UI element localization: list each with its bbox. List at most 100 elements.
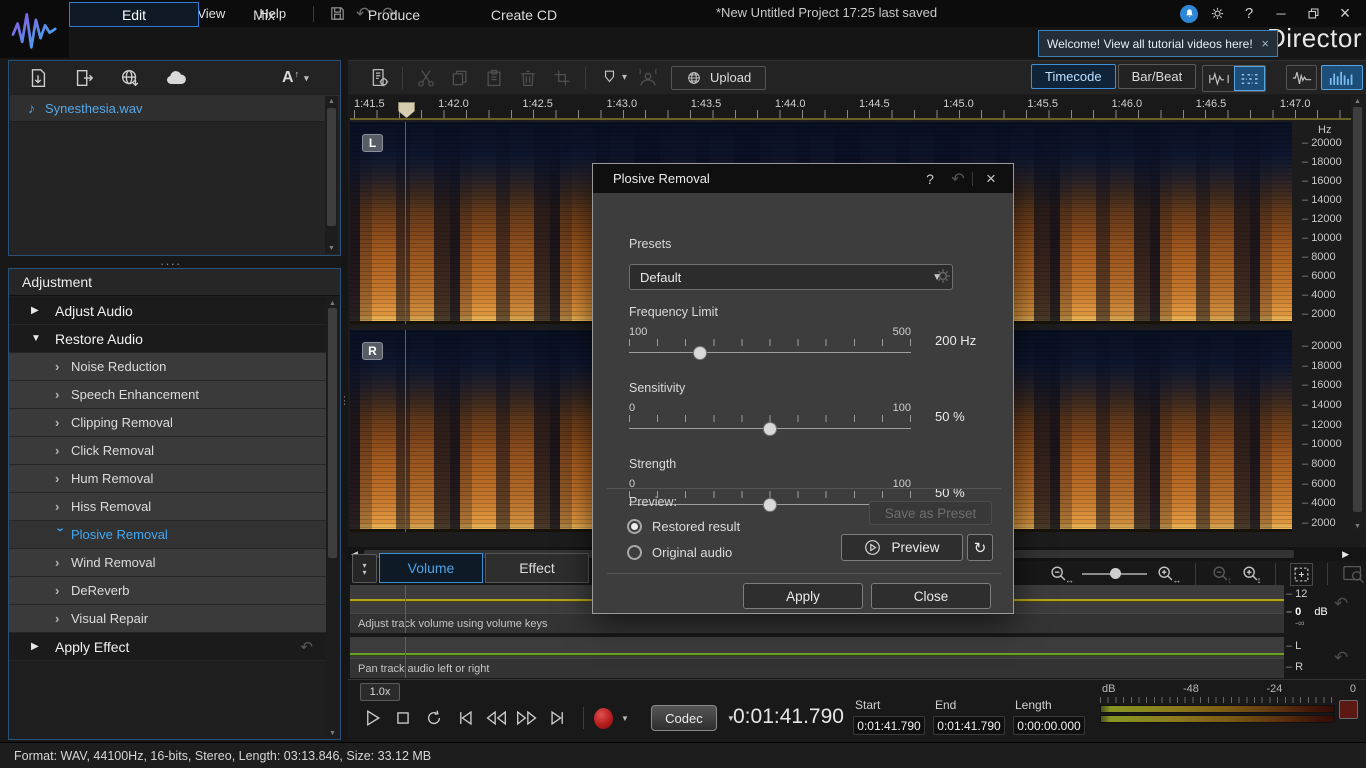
preview-zoom-icon[interactable] (1342, 563, 1366, 585)
zoom-in-horizontal-icon[interactable]: ↔ (1155, 563, 1181, 585)
adjustment-item[interactable]: Noise Reduction ↶ (9, 353, 327, 381)
mode-tab[interactable]: Produce (329, 2, 459, 27)
record-options-caret-icon[interactable]: ▼ (621, 714, 629, 723)
adjustment-item[interactable]: Adjust Audio ↶ (9, 297, 327, 325)
play-button[interactable] (356, 704, 387, 732)
slider-track[interactable] (629, 422, 911, 436)
restore-button[interactable] (1300, 4, 1326, 24)
crop-trim-icon[interactable] (545, 65, 579, 91)
scroll-down-icon[interactable]: ▼ (329, 729, 336, 738)
mode-tab[interactable]: Mix (199, 2, 329, 27)
close-button[interactable]: × (1332, 4, 1358, 24)
adjustment-item[interactable]: Hiss Removal ↶ (9, 493, 327, 521)
time-field-value[interactable]: 0:01:41.790 (933, 716, 1005, 735)
dialog-titlebar[interactable]: Plosive Removal ? ↶ × (593, 164, 1013, 193)
dialog-help-icon[interactable]: ? (918, 169, 942, 189)
scroll-up-icon[interactable]: ▲ (329, 299, 336, 308)
adjustment-item[interactable]: Speech Enhancement ↶ (9, 381, 327, 409)
preview-loop-icon[interactable]: ↻ (967, 534, 993, 561)
slider-thumb[interactable] (693, 346, 707, 360)
waveform-edit-icon[interactable] (1203, 66, 1234, 91)
barbeat-toggle[interactable]: Bar/Beat (1118, 64, 1197, 89)
close-button[interactable]: Close (871, 583, 991, 609)
ducking-icon[interactable] (631, 65, 665, 91)
playback-speed-button[interactable]: 1.0x (360, 683, 400, 701)
scroll-right-icon[interactable]: ▶ (1342, 549, 1349, 560)
marker-caret-icon[interactable]: ▾ (622, 72, 627, 83)
marker-icon[interactable] (592, 65, 626, 91)
media-item-row[interactable]: ♪ Synesthesia.wav (10, 95, 339, 122)
cut-icon[interactable] (409, 65, 443, 91)
preview-button[interactable]: Preview (841, 534, 963, 561)
apply-button[interactable]: Apply (743, 583, 863, 609)
slider-thumb[interactable] (763, 498, 777, 512)
adjustment-item[interactable]: Clipping Removal ↶ (9, 409, 327, 437)
delete-icon[interactable] (511, 65, 545, 91)
help-icon[interactable]: ? (1236, 4, 1262, 24)
waveform-view-icon[interactable] (1286, 65, 1317, 90)
timecode-toggle[interactable]: Timecode (1031, 64, 1116, 89)
slider-track[interactable] (629, 346, 911, 360)
scroll-down-icon[interactable]: ▼ (1354, 522, 1361, 531)
paste-icon[interactable] (477, 65, 511, 91)
time-field-value[interactable]: 0:01:41.790 (853, 716, 925, 735)
zoom-out-vertical-icon[interactable]: ↕ (1210, 563, 1232, 585)
codec-button[interactable]: Codec (651, 705, 717, 731)
stop-button[interactable] (387, 704, 418, 732)
adjustment-scrollbar[interactable]: ▲ ▼ (326, 298, 339, 739)
keyframe-tab[interactable]: Volume (379, 553, 483, 583)
settings-gear-icon[interactable] (1204, 4, 1230, 24)
slider-thumb[interactable] (763, 422, 777, 436)
adjustment-item[interactable]: Wind Removal ↶ (9, 549, 327, 577)
spectral-edit-icon[interactable] (1234, 66, 1265, 91)
media-scrollbar[interactable]: ▲ ▼ (325, 96, 338, 254)
keyframe-tab[interactable]: Effect (485, 553, 589, 583)
dialog-reset-icon[interactable]: ↶ (946, 169, 970, 189)
reset-undo-icon[interactable]: ↶ (300, 638, 313, 656)
adjustment-item[interactable]: Apply Effect ↶ (9, 633, 327, 661)
import-file-icon[interactable] (26, 66, 50, 90)
tooltip-close-icon[interactable]: × (1261, 36, 1269, 51)
scroll-down-icon[interactable]: ▼ (328, 244, 335, 253)
preview-radio[interactable]: Original audio (627, 539, 740, 565)
scroll-up-icon[interactable]: ▲ (328, 97, 335, 106)
go-to-start-button[interactable] (449, 704, 480, 732)
record-button[interactable] (594, 708, 613, 729)
clip-properties-icon[interactable] (362, 65, 396, 91)
pan-keyline[interactable] (350, 653, 1284, 655)
fit-to-window-icon[interactable] (1290, 563, 1313, 586)
collapse-keyframes-icon[interactable]: ▾▾ (352, 554, 377, 583)
spectrogram-view-icon[interactable] (1321, 65, 1363, 90)
export-file-icon[interactable] (72, 66, 96, 90)
zoom-slider[interactable] (1082, 573, 1147, 575)
copy-icon[interactable] (443, 65, 477, 91)
adjustment-scroll-thumb[interactable] (328, 308, 337, 558)
adjustment-item[interactable]: Click Removal ↶ (9, 437, 327, 465)
pan-reset-icon[interactable]: ↶ (1334, 648, 1348, 668)
spectrogram-scroll-thumb[interactable] (1353, 107, 1362, 512)
adjustment-item[interactable]: Visual Repair ↶ (9, 605, 327, 633)
download-from-web-icon[interactable] (118, 66, 142, 90)
time-field-value[interactable]: 0:00:00.000 (1013, 716, 1085, 735)
sidebar-splitter[interactable]: ⋮ (341, 60, 348, 740)
loop-button[interactable] (418, 704, 449, 732)
minimize-button[interactable]: ─ (1268, 4, 1294, 24)
preview-radio[interactable]: Restored result (627, 513, 740, 539)
media-scroll-thumb[interactable] (327, 108, 336, 226)
notifications-icon[interactable] (1180, 5, 1198, 23)
save-as-preset-button[interactable]: Save as Preset (869, 501, 992, 525)
timeline-ruler[interactable]: 1:41.51:42.01:42.51:43.01:43.51:44.01:44… (350, 95, 1364, 120)
adjustment-item[interactable]: Hum Removal ↶ (9, 465, 327, 493)
zoom-in-vertical-icon[interactable]: ↕ (1240, 563, 1262, 585)
volume-reset-icon[interactable]: ↶ (1334, 594, 1348, 614)
spectrogram-scrollbar[interactable]: ▲ ▼ (1351, 96, 1364, 532)
scroll-up-icon[interactable]: ▲ (1354, 97, 1361, 106)
go-to-end-button[interactable] (542, 704, 573, 732)
zoom-slider-thumb[interactable] (1110, 568, 1121, 579)
mode-tab[interactable]: Create CD (459, 2, 589, 27)
pan-keyframe-lane[interactable]: Pan track audio left or right (350, 637, 1284, 678)
rewind-button[interactable] (480, 704, 511, 732)
cloud-icon[interactable] (164, 66, 188, 90)
adjustment-item[interactable]: DeReverb ↶ (9, 577, 327, 605)
adjustment-item[interactable]: Restore Audio ↶ (9, 325, 327, 353)
